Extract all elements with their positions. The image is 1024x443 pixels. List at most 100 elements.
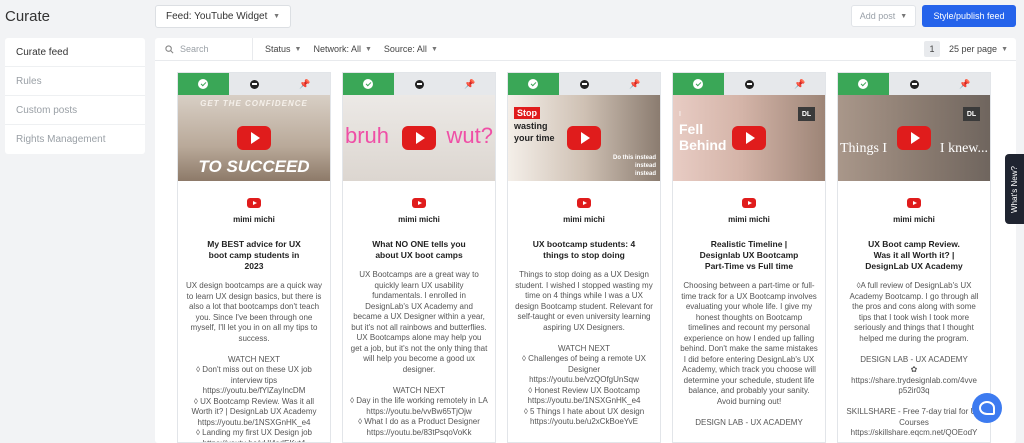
post-title: UX bootcamp students: 4 things to stop d… — [532, 239, 636, 260]
play-icon[interactable] — [732, 126, 766, 150]
play-icon[interactable] — [897, 126, 931, 150]
hide-button[interactable] — [558, 73, 610, 95]
play-icon[interactable] — [567, 126, 601, 150]
pin-icon: 📌 — [794, 78, 806, 89]
play-icon[interactable] — [237, 126, 271, 150]
whats-new-tab[interactable]: What's New? — [1005, 154, 1024, 224]
chat-icon[interactable] — [972, 393, 1002, 423]
sidebar-item-custom-posts[interactable]: Custom posts — [5, 96, 145, 125]
minus-circle-icon — [579, 79, 589, 89]
thumbnail-text: instead — [634, 163, 656, 169]
toolbar: Search Status ▼ Network: All ▼ Source: A… — [155, 38, 1016, 61]
thumbnail-text: Fell — [679, 121, 704, 137]
approve-button[interactable] — [508, 73, 559, 95]
status-filter-label: Status — [265, 44, 291, 54]
hide-button[interactable] — [393, 73, 445, 95]
thumbnail-text: your time — [514, 133, 555, 143]
whats-new-label: What's New? — [1010, 165, 1019, 213]
minus-circle-icon — [744, 79, 754, 89]
post-card: 📌 Things I I knew... DL mimi michi UX Bo… — [837, 72, 991, 443]
search-placeholder: Search — [180, 44, 209, 54]
video-thumbnail[interactable]: I Fell Behind DL — [673, 95, 825, 181]
network-filter[interactable]: Network: All ▼ — [313, 44, 371, 54]
status-filter[interactable]: Status ▼ — [265, 44, 301, 54]
hide-button[interactable] — [228, 73, 280, 95]
chevron-down-icon: ▼ — [1001, 45, 1008, 53]
video-thumbnail[interactable]: Stop wasting your time Do this instead i… — [508, 95, 660, 181]
minus-circle-icon — [414, 79, 424, 89]
post-description: UX design bootcamps are a quick way to l… — [185, 281, 323, 443]
thumbnail-text: I — [679, 111, 681, 118]
post-author: mimi michi — [398, 215, 440, 224]
post-description: UX Bootcamps are a great way to quickly … — [350, 270, 488, 437]
check-icon — [858, 79, 869, 89]
pin-button[interactable]: 📌 — [444, 73, 495, 95]
approve-button[interactable] — [178, 73, 229, 95]
page-number[interactable]: 1 — [924, 41, 941, 57]
video-thumbnail[interactable]: bruh wut? — [343, 95, 495, 181]
chevron-down-icon: ▼ — [294, 45, 302, 53]
main-panel: Search Status ▼ Network: All ▼ Source: A… — [155, 38, 1016, 443]
search-input[interactable]: Search — [155, 38, 253, 60]
post-title: My BEST advice for UX boot camp students… — [207, 239, 301, 271]
post-card: 📌 I Fell Behind DL mimi michi Realistic … — [672, 72, 826, 443]
thumbnail-text: Do this instead — [612, 155, 656, 161]
post-title: What NO ONE tells you about UX boot camp… — [372, 239, 466, 260]
sidebar-item-rights-management[interactable]: Rights Management — [5, 125, 145, 154]
page-title: Curate — [5, 8, 51, 25]
search-icon — [165, 44, 174, 53]
per-page-select[interactable]: 25 per page ▼ — [949, 44, 1008, 54]
thumbnail-text: GET THE CONFIDENCE — [200, 99, 308, 108]
play-icon[interactable] — [402, 126, 436, 150]
approve-button[interactable] — [673, 73, 724, 95]
post-description: Things to stop doing as a UX Design stud… — [515, 270, 653, 426]
source-filter-label: Source: All — [383, 44, 427, 54]
video-thumbnail[interactable]: GET THE CONFIDENCE TO SUCCEED — [178, 95, 330, 181]
add-post-button[interactable]: Add post ▼ — [851, 5, 916, 27]
approve-button[interactable] — [343, 73, 394, 95]
youtube-icon — [247, 198, 261, 208]
post-card: 📌 GET THE CONFIDENCE TO SUCCEED mimi mic… — [177, 72, 331, 443]
approve-button[interactable] — [838, 73, 889, 95]
chevron-down-icon: ▼ — [900, 12, 908, 20]
post-title: UX Boot camp Review. Was it all Worth it… — [865, 239, 963, 271]
youtube-icon — [907, 198, 921, 208]
thumbnail-text: TO SUCCEED — [198, 157, 310, 176]
chevron-down-icon: ▼ — [430, 45, 438, 53]
post-card: 📌 Stop wasting your time Do this instead… — [507, 72, 661, 443]
post-card: 📌 bruh wut? mimi michi What NO ONE tells… — [342, 72, 496, 443]
thumbnail-text: wut? — [446, 123, 493, 148]
pin-button[interactable]: 📌 — [279, 73, 330, 95]
post-description: Choosing between a part-time or full-tim… — [680, 281, 818, 427]
sidebar-item-rules[interactable]: Rules — [5, 67, 145, 96]
video-thumbnail[interactable]: Things I I knew... DL — [838, 95, 990, 181]
chevron-down-icon: ▼ — [273, 13, 280, 20]
designlab-logo: DL — [963, 107, 980, 121]
check-icon — [198, 79, 209, 89]
style-publish-button[interactable]: Style/publish feed — [922, 5, 1016, 27]
designlab-logo: DL — [798, 107, 815, 121]
pin-button[interactable]: 📌 — [774, 73, 825, 95]
pin-icon: 📌 — [299, 78, 311, 89]
source-filter[interactable]: Source: All ▼ — [384, 44, 438, 54]
post-title: Realistic Timeline | Designlab UX Bootca… — [699, 239, 799, 271]
post-author: mimi michi — [233, 215, 275, 224]
check-icon — [363, 79, 374, 89]
feed-select[interactable]: Feed: YouTube Widget ▼ — [155, 5, 291, 28]
hide-button[interactable] — [888, 73, 940, 95]
sidebar-item-curate-feed[interactable]: Curate feed — [5, 38, 145, 67]
pin-button[interactable]: 📌 — [609, 73, 660, 95]
pin-button[interactable]: 📌 — [939, 73, 990, 95]
add-post-label: Add post — [859, 11, 896, 21]
thumbnail-text: I knew... — [939, 141, 988, 156]
youtube-icon — [412, 198, 426, 208]
check-icon — [528, 79, 539, 89]
hide-button[interactable] — [723, 73, 775, 95]
youtube-icon — [742, 198, 756, 208]
youtube-icon — [577, 198, 591, 208]
post-description: ◊A full review of DesignLab's UX Academy… — [846, 281, 981, 437]
thumbnail-text: wasting — [514, 121, 548, 131]
thumbnail-text: instead — [634, 171, 656, 177]
post-author: mimi michi — [893, 215, 935, 224]
check-icon — [693, 79, 704, 89]
